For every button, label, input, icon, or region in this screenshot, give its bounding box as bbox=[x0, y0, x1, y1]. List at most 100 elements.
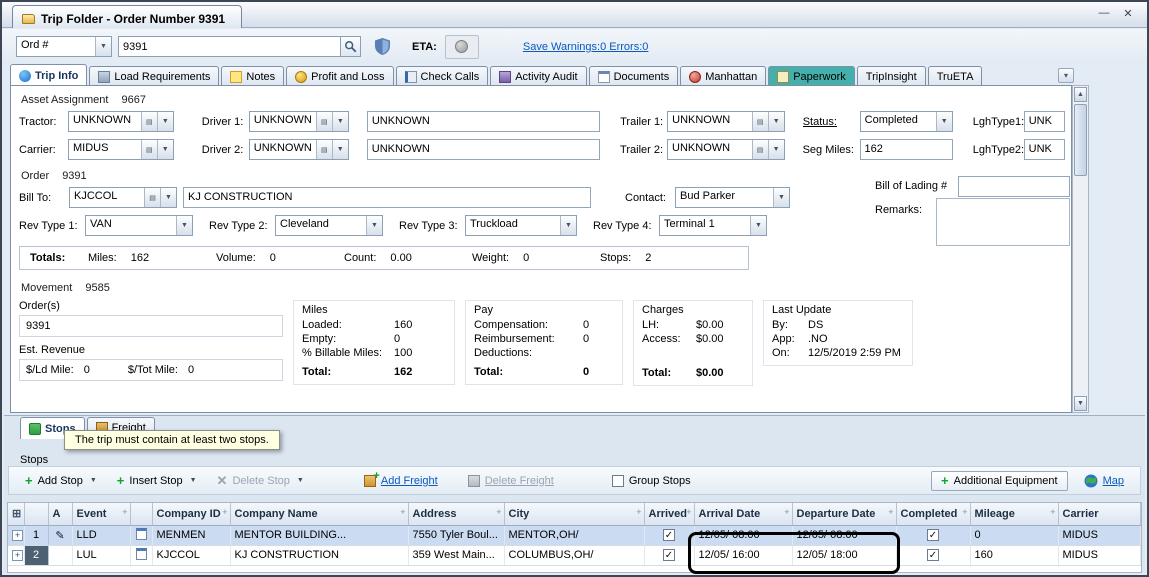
completed-checkbox[interactable]: ✓ bbox=[927, 549, 939, 561]
contact-combo[interactable]: Bud Parker ▼ bbox=[675, 187, 790, 208]
rev-type4-combo[interactable]: Terminal 1 ▼ bbox=[659, 215, 767, 236]
tractor-combo[interactable]: UNKNOWN ▤ ▼ bbox=[68, 111, 174, 132]
rev-type2-combo[interactable]: Cleveland ▼ bbox=[275, 215, 383, 236]
carrier-combo[interactable]: MIDUS ▤ ▼ bbox=[68, 139, 174, 160]
insert-stop-button[interactable]: + Insert Stop ▼ bbox=[111, 472, 203, 490]
chevron-down-icon[interactable]: ▼ bbox=[332, 140, 348, 159]
column-chooser-icon[interactable]: ⊞ bbox=[12, 508, 21, 520]
bill-to-combo[interactable]: KJCCOL ▤ ▼ bbox=[69, 187, 177, 208]
tab-trueta[interactable]: TruETA bbox=[928, 66, 983, 86]
status-combo[interactable]: Completed ▼ bbox=[860, 111, 953, 132]
chevron-down-icon[interactable]: ▼ bbox=[936, 112, 952, 131]
tab-profit-and-loss[interactable]: Profit and Loss bbox=[286, 66, 393, 86]
tab-load-requirements[interactable]: Load Requirements bbox=[89, 66, 219, 86]
lookup-edit-icon[interactable]: ▤ bbox=[141, 140, 157, 159]
header-carrier[interactable]: Carrier bbox=[1058, 503, 1141, 525]
trailer1-combo[interactable]: UNKNOWN ▤ ▼ bbox=[667, 111, 785, 132]
tab-trip-info[interactable]: Trip Info bbox=[10, 64, 87, 86]
chevron-down-icon[interactable]: ▼ bbox=[332, 112, 348, 131]
column-filter-icon[interactable]: + bbox=[962, 507, 967, 517]
header-completed[interactable]: Completed+ bbox=[896, 503, 970, 525]
table-row[interactable]: + 1 ✎ LLD MENMEN MENTOR BUILDING... 7550… bbox=[8, 525, 1141, 545]
header-stop-type[interactable] bbox=[130, 503, 152, 525]
delete-freight-button[interactable]: Delete Freight bbox=[462, 472, 560, 490]
column-filter-icon[interactable]: + bbox=[122, 507, 127, 517]
add-stop-button[interactable]: + Add Stop ▼ bbox=[19, 472, 103, 490]
remarks-field[interactable] bbox=[936, 198, 1070, 246]
group-stops-checkbox[interactable] bbox=[612, 475, 624, 487]
status-label[interactable]: Status: bbox=[803, 116, 854, 128]
tab-tripinsight[interactable]: TripInsight bbox=[857, 66, 926, 86]
lookup-edit-icon[interactable]: ▤ bbox=[316, 112, 332, 131]
completed-checkbox[interactable]: ✓ bbox=[927, 529, 939, 541]
header-event[interactable]: Event+ bbox=[72, 503, 130, 525]
chevron-down-icon[interactable]: ▼ bbox=[157, 140, 173, 159]
vertical-scrollbar[interactable]: ▲ ▼ bbox=[1072, 85, 1089, 413]
chevron-down-icon[interactable]: ▼ bbox=[95, 37, 111, 56]
chevron-down-icon[interactable]: ▼ bbox=[366, 216, 382, 235]
column-filter-icon[interactable]: + bbox=[222, 507, 227, 517]
shield-icon[interactable] bbox=[375, 38, 390, 55]
header-company-id[interactable]: Company ID+ bbox=[152, 503, 230, 525]
scroll-up-icon[interactable]: ▲ bbox=[1074, 87, 1087, 102]
lookup-edit-icon[interactable]: ▤ bbox=[752, 140, 768, 159]
bill-of-lading-field[interactable] bbox=[958, 176, 1070, 197]
lookup-edit-icon[interactable]: ▤ bbox=[141, 112, 157, 131]
stop-doc-icon[interactable] bbox=[136, 528, 147, 540]
tab-paperwork[interactable]: Paperwork bbox=[768, 66, 855, 86]
header-arrival-date[interactable]: Arrival Date+ bbox=[694, 503, 792, 525]
driver2-name-field[interactable]: UNKNOWN bbox=[367, 139, 600, 160]
chevron-down-icon[interactable]: ▼ bbox=[773, 188, 789, 207]
tab-documents[interactable]: Documents bbox=[589, 66, 679, 86]
driver1-combo[interactable]: UNKNOWN ▤ ▼ bbox=[249, 111, 349, 132]
rev-type3-combo[interactable]: Truckload ▼ bbox=[465, 215, 577, 236]
header-address[interactable]: Address+ bbox=[408, 503, 504, 525]
expand-row-button[interactable]: + bbox=[12, 530, 23, 541]
orders-value-field[interactable]: 9391 bbox=[19, 315, 283, 337]
stop-doc-icon[interactable] bbox=[136, 548, 147, 560]
map-button[interactable]: Map bbox=[1078, 471, 1130, 491]
header-a[interactable]: A bbox=[48, 503, 72, 525]
add-freight-button[interactable]: + Add Freight bbox=[358, 472, 444, 490]
minimize-button[interactable]: — bbox=[1095, 7, 1113, 23]
driver2-combo[interactable]: UNKNOWN ▤ ▼ bbox=[249, 139, 349, 160]
column-filter-icon[interactable]: + bbox=[1050, 507, 1055, 517]
expand-row-button[interactable]: + bbox=[12, 550, 23, 561]
chevron-down-icon[interactable]: ▼ bbox=[768, 112, 784, 131]
tab-notes[interactable]: Notes bbox=[221, 66, 284, 86]
delete-stop-button[interactable]: ✕ Delete Stop ▼ bbox=[211, 472, 310, 490]
save-warnings-link[interactable]: Save Warnings:0 Errors:0 bbox=[523, 41, 649, 53]
arrived-checkbox[interactable]: ✓ bbox=[663, 529, 675, 541]
lghtype2-field[interactable]: UNK bbox=[1024, 139, 1065, 160]
chevron-down-icon[interactable]: ▼ bbox=[157, 112, 173, 131]
chevron-down-icon[interactable]: ▼ bbox=[750, 216, 766, 235]
lookup-edit-icon[interactable]: ▤ bbox=[316, 140, 332, 159]
column-filter-icon[interactable]: + bbox=[686, 507, 691, 517]
driver1-name-field[interactable]: UNKNOWN bbox=[367, 111, 600, 132]
column-filter-icon[interactable]: + bbox=[636, 507, 641, 517]
tab-check-calls[interactable]: Check Calls bbox=[396, 66, 489, 86]
seg-miles-field[interactable]: 162 bbox=[860, 139, 953, 160]
rev-type1-combo[interactable]: VAN ▼ bbox=[85, 215, 193, 236]
close-button[interactable]: ✕ bbox=[1119, 7, 1137, 23]
lookup-edit-icon[interactable]: ▤ bbox=[752, 112, 768, 131]
column-filter-icon[interactable]: + bbox=[888, 507, 893, 517]
header-mileage[interactable]: Mileage+ bbox=[970, 503, 1058, 525]
order-number-input[interactable] bbox=[118, 36, 340, 57]
column-filter-icon[interactable]: + bbox=[400, 507, 405, 517]
chevron-down-icon[interactable]: ▼ bbox=[560, 216, 576, 235]
scrollbar-thumb[interactable] bbox=[1074, 104, 1087, 176]
group-stops-toggle[interactable]: Group Stops bbox=[606, 472, 697, 490]
chevron-down-icon[interactable]: ▼ bbox=[768, 140, 784, 159]
header-city[interactable]: City+ bbox=[504, 503, 644, 525]
header-company-name[interactable]: Company Name+ bbox=[230, 503, 408, 525]
tab-activity-audit[interactable]: Activity Audit bbox=[490, 66, 586, 86]
bill-to-name-field[interactable]: KJ CONSTRUCTION bbox=[183, 187, 591, 208]
tab-manhattan[interactable]: Manhattan bbox=[680, 66, 766, 86]
scroll-down-icon[interactable]: ▼ bbox=[1074, 396, 1087, 411]
search-button[interactable] bbox=[340, 36, 361, 57]
lookup-edit-icon[interactable]: ▤ bbox=[144, 188, 160, 207]
additional-equipment-button[interactable]: + Additional Equipment bbox=[931, 471, 1068, 491]
column-filter-icon[interactable]: + bbox=[784, 507, 789, 517]
arrived-checkbox[interactable]: ✓ bbox=[663, 549, 675, 561]
